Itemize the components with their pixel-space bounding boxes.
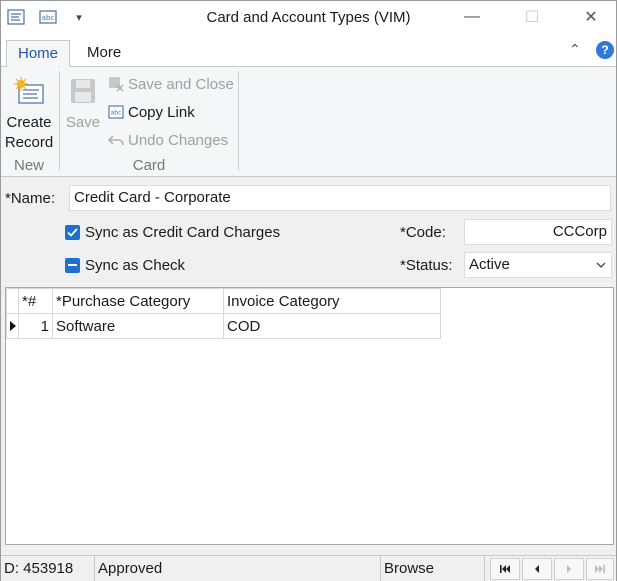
chevron-down-icon [595,253,607,285]
grid-header-row: *# *Purchase Category Invoice Category [6,288,441,314]
save-disk-icon [63,75,103,107]
create-record-label-line1: Create [6,114,52,131]
first-record-icon [500,565,510,573]
collapse-ribbon-icon[interactable]: ⌃ [569,41,581,58]
help-icon[interactable]: ? [596,41,614,59]
app-window: abc ▾ Card and Account Types (VIM) — ☐ ✕… [0,0,617,581]
status-select[interactable]: Active [464,252,612,278]
ribbon-tab-bar: Home More ⌃ ? [1,35,616,67]
save-and-close-button[interactable]: Save and Close [108,72,234,96]
maximize-button[interactable]: ☐ [509,1,555,33]
status-label: *Status: [400,257,453,274]
save-and-close-icon [108,76,124,92]
undo-changes-label: Undo Changes [128,131,229,149]
column-header-invoice-category[interactable]: Invoice Category [223,288,441,314]
create-record-button[interactable]: Create Record [3,75,55,153]
last-record-button[interactable] [586,558,614,580]
close-button[interactable]: ✕ [568,1,614,33]
status-select-value: Active [469,256,510,273]
group-label-new: New [13,157,44,174]
group-separator [59,71,60,171]
copy-link-icon: abc [108,104,124,120]
invoice-category-cell[interactable]: COD [223,313,441,339]
group-separator [238,71,239,171]
field-abc-icon[interactable]: abc [38,8,58,26]
mode-text: Browse [381,556,485,581]
previous-record-icon [535,565,539,573]
svg-text:abc: abc [111,110,122,117]
status-bar: D: 453918 Approved Browse [1,555,616,581]
svg-text:abc: abc [42,14,55,22]
record-state-text: Approved [95,556,381,581]
save-and-close-label: Save and Close [128,75,234,93]
column-header-purchase-category[interactable]: *Purchase Category [52,288,224,314]
undo-changes-button[interactable]: Undo Changes [108,128,228,152]
form-view-icon[interactable] [6,8,26,26]
copy-link-button[interactable]: abc Copy Link [108,100,195,124]
table-row[interactable]: 1 Software COD [6,313,441,339]
previous-record-button[interactable] [522,558,552,580]
categories-grid: *# *Purchase Category Invoice Category 1… [5,287,614,545]
purchase-category-cell[interactable]: Software [52,313,224,339]
checkbox-checked-icon [65,225,80,240]
undo-icon [108,132,124,148]
sync-check-label: Sync as Check [85,257,186,274]
current-row-arrow-icon [6,313,19,339]
categories-table: *# *Purchase Category Invoice Category 1… [6,288,441,339]
save-label: Save [65,114,101,131]
minimize-button[interactable]: — [449,1,495,33]
create-record-icon [3,75,55,107]
first-record-button[interactable] [490,558,520,580]
group-label-card: Card [132,157,166,174]
last-record-icon [595,565,605,573]
sync-credit-card-checkbox[interactable]: Sync as Credit Card Charges [65,224,280,241]
sync-check-checkbox[interactable]: Sync as Check [65,257,185,274]
name-field[interactable]: Credit Card - Corporate [69,185,611,211]
row-number-cell[interactable]: 1 [18,313,53,339]
create-record-label-line2: Record [4,134,54,151]
sync-credit-card-label: Sync as Credit Card Charges [85,224,281,241]
name-label: *Name: [5,190,56,207]
row-indicator-header [6,288,19,314]
customize-toolbar-dropdown-icon[interactable]: ▾ [69,8,89,26]
record-id-text: D: 453918 [1,556,95,581]
save-button[interactable]: Save [63,75,103,133]
column-header-number[interactable]: *# [18,288,53,314]
ribbon-panel: Create Record New Save Save and Close ab… [1,67,616,177]
next-record-icon [567,565,571,573]
checkbox-indeterminate-icon [65,258,80,273]
code-field[interactable]: CCCorp [464,219,612,245]
code-label: *Code: [400,224,446,241]
title-bar: abc ▾ Card and Account Types (VIM) — ☐ ✕ [1,1,616,35]
tab-home[interactable]: Home [6,40,70,67]
next-record-button[interactable] [554,558,584,580]
tab-more[interactable]: More [77,40,131,67]
copy-link-label: Copy Link [128,103,195,121]
